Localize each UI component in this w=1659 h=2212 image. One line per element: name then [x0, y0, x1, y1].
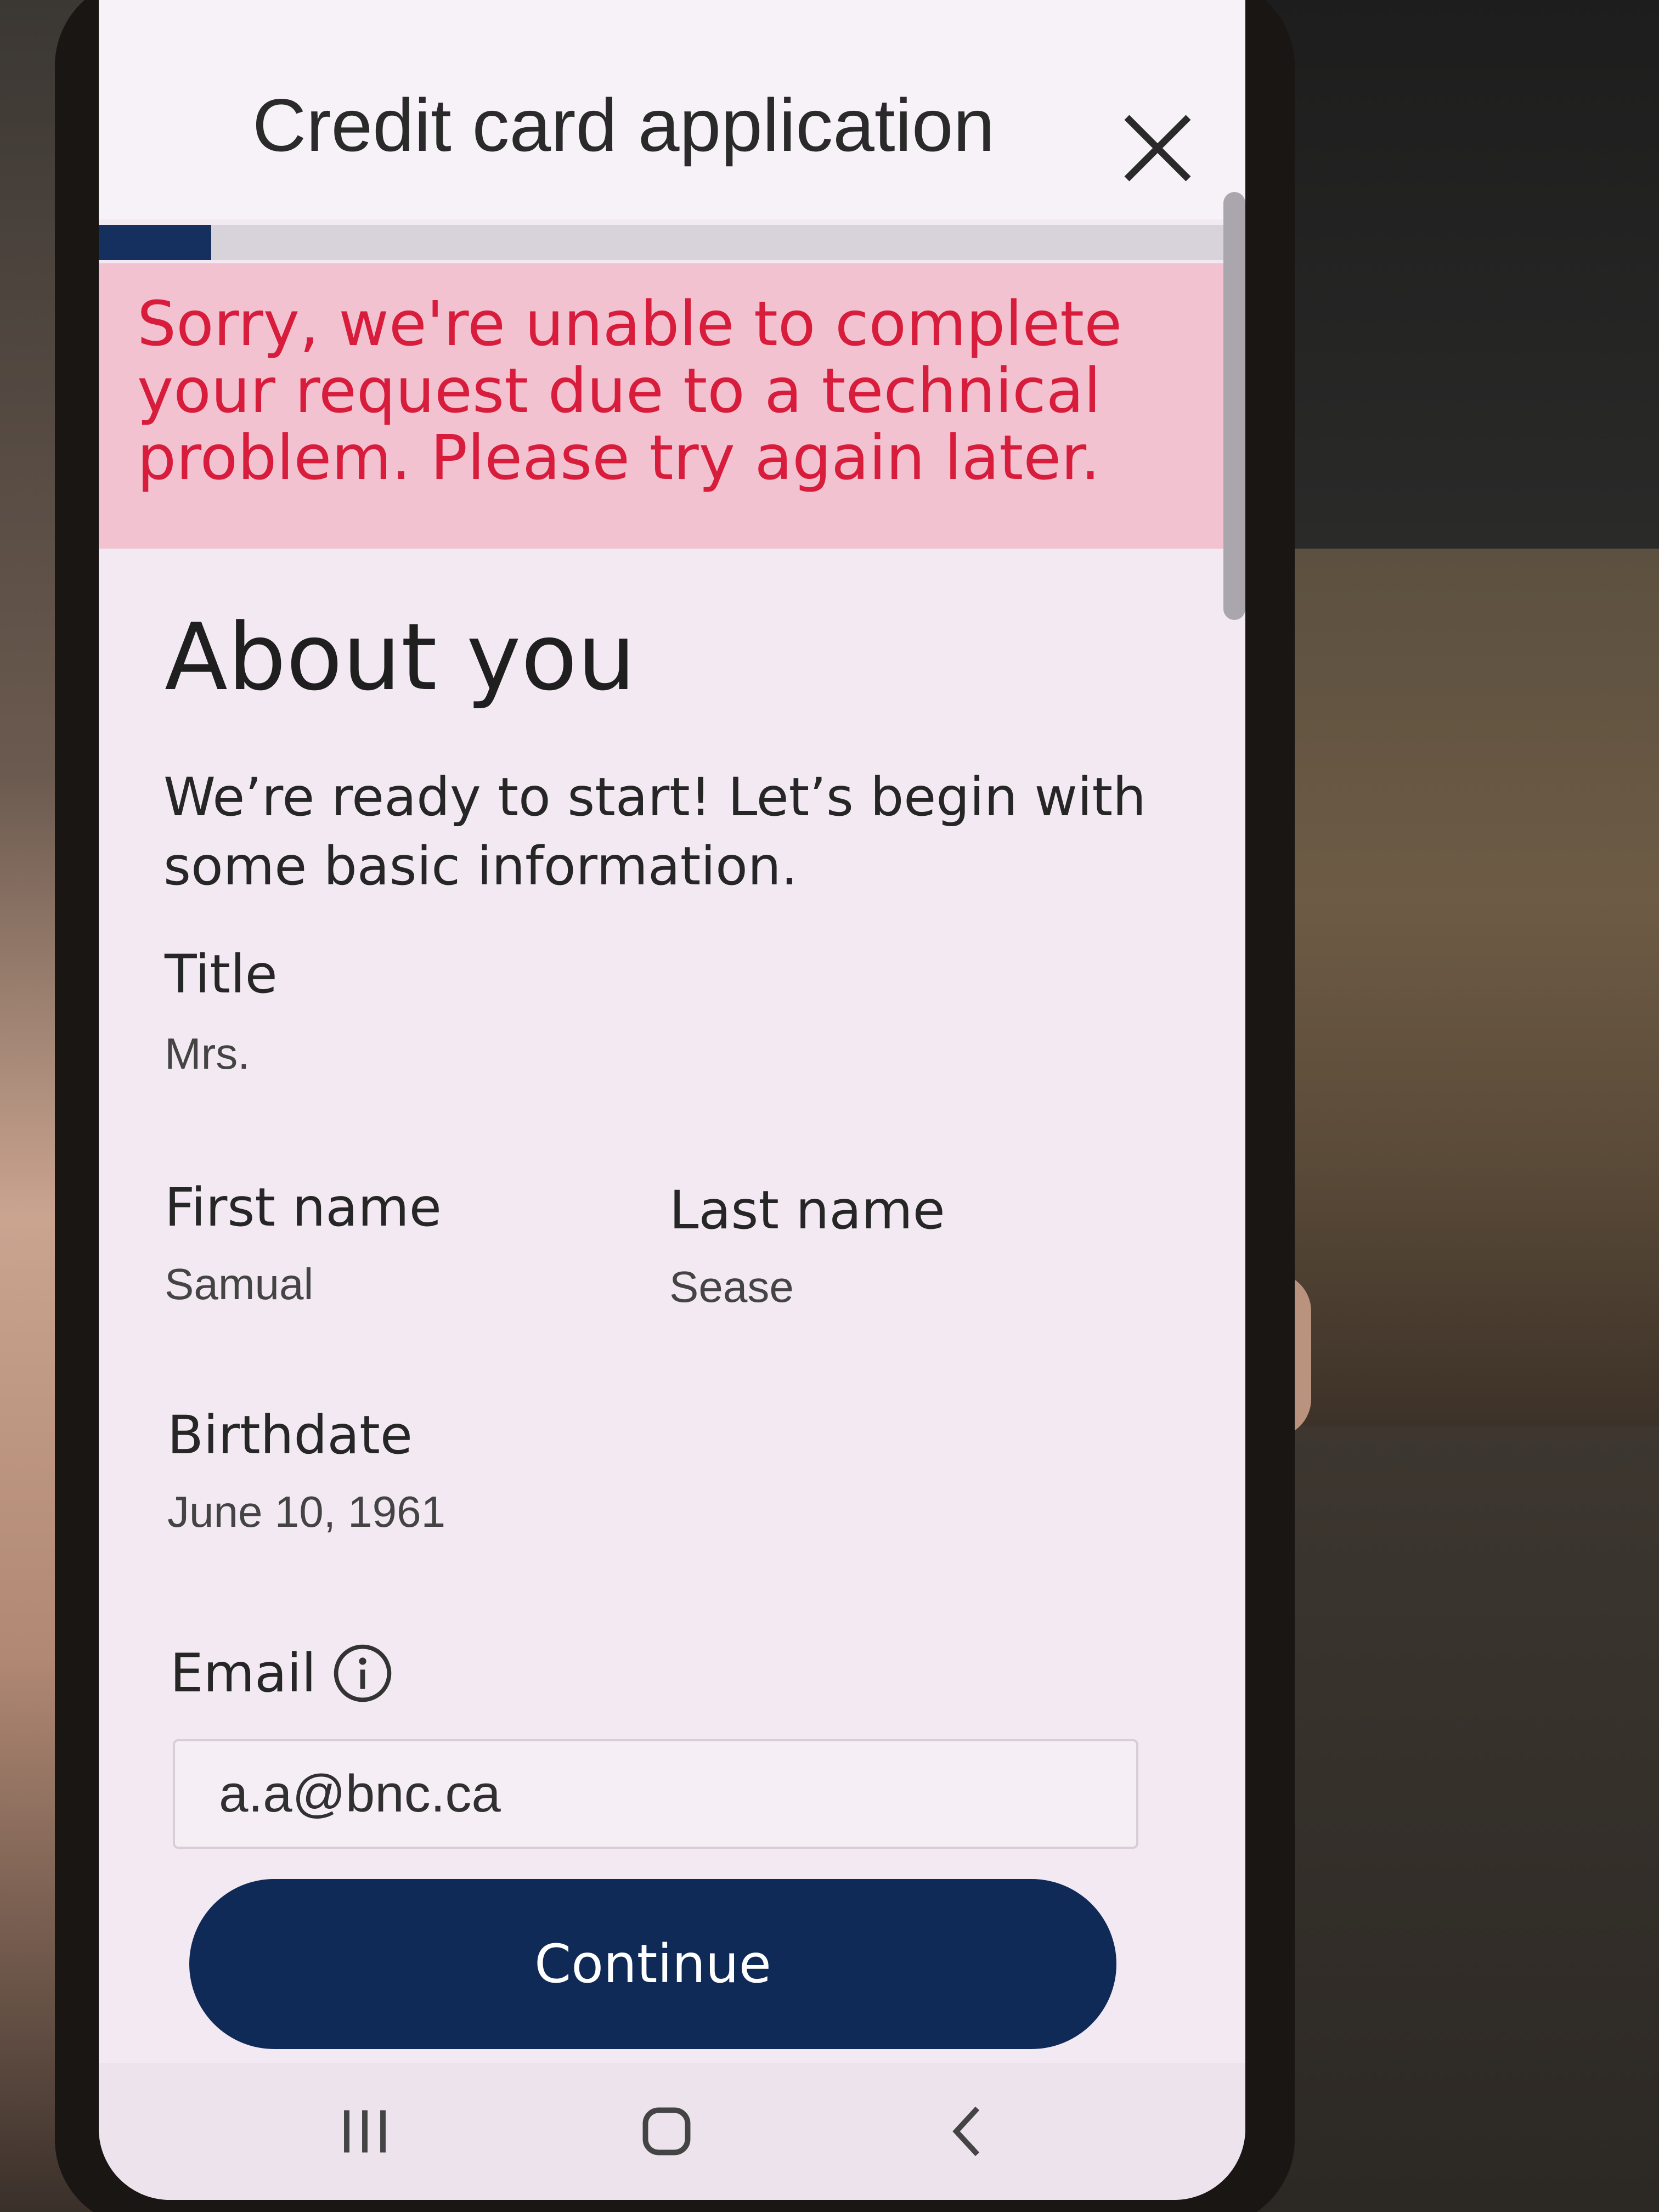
last-name-label: Last name [669, 1180, 945, 1241]
email-label: Email [170, 1643, 317, 1704]
last-name-value: Sease [669, 1262, 794, 1311]
first-name-label: First name [165, 1177, 442, 1238]
app-header: Credit card application [99, 0, 1245, 219]
background-floor [1262, 1426, 1659, 2212]
scrollbar[interactable] [1223, 192, 1245, 620]
phone-screen: Credit card application Sorry, we're una… [99, 0, 1245, 2200]
title-value: Mrs. [165, 1029, 250, 1078]
back-icon[interactable] [938, 2101, 998, 2162]
android-nav-bar [99, 2063, 1245, 2200]
background-table [1262, 549, 1659, 1426]
email-label-row: Email [170, 1632, 393, 1714]
continue-button[interactable]: Continue [189, 1879, 1116, 2049]
progress-fill [99, 225, 211, 260]
page-title: Credit card application [252, 83, 995, 167]
home-icon[interactable] [636, 2101, 697, 2162]
recent-apps-icon[interactable] [335, 2101, 395, 2162]
title-label: Title [165, 944, 278, 1005]
close-icon[interactable] [1119, 110, 1196, 187]
error-banner: Sorry, we're unable to complete your req… [99, 263, 1223, 549]
birthdate-value: June 10, 1961 [167, 1487, 446, 1536]
progress-bar [99, 225, 1223, 260]
email-field[interactable] [173, 1739, 1138, 1849]
info-icon[interactable] [332, 1643, 393, 1703]
intro-text: We’re ready to start! Let’s begin with s… [163, 766, 1146, 897]
birthdate-label: Birthdate [167, 1404, 413, 1466]
background-dark [1262, 0, 1659, 549]
first-name-value: Samual [165, 1260, 314, 1308]
section-title: About you [165, 603, 636, 711]
error-message: Sorry, we're unable to complete your req… [137, 289, 1122, 494]
